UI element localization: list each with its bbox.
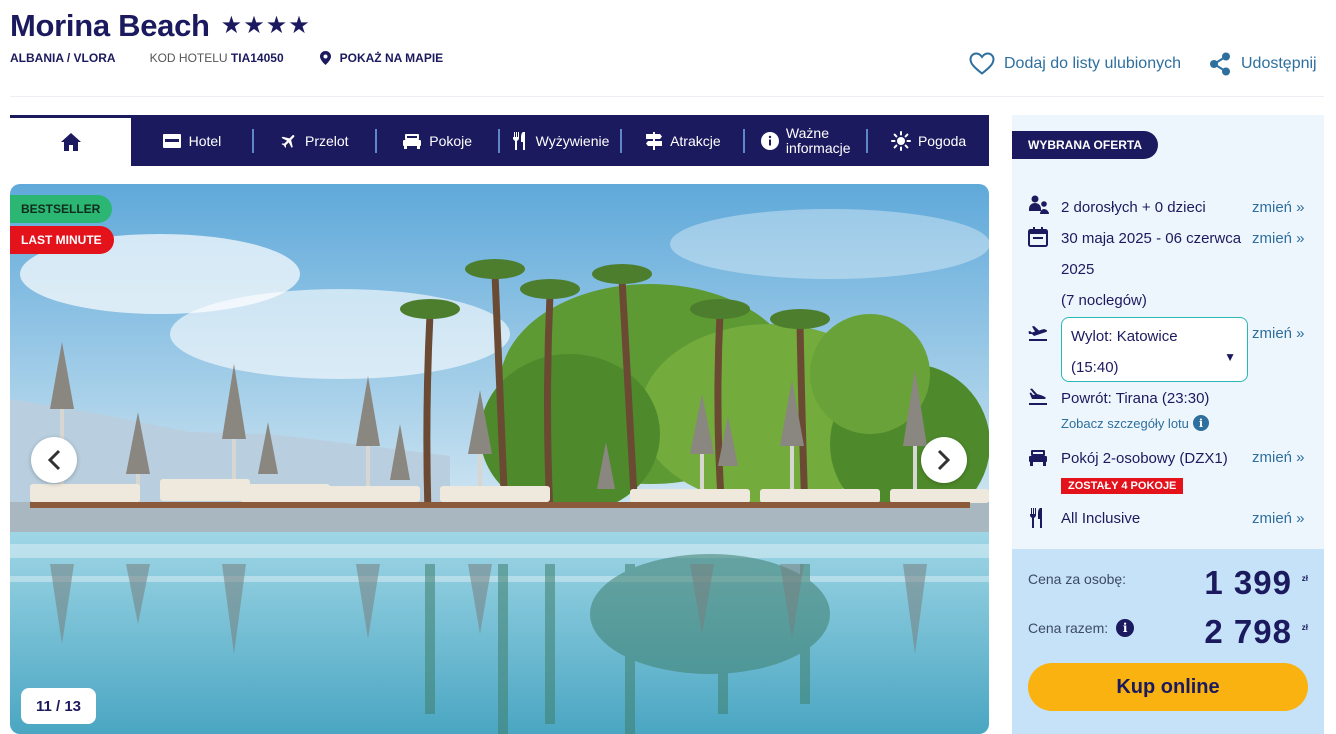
return-text: Powrót: Tirana (23:30) (1061, 390, 1210, 407)
share-icon (1210, 52, 1230, 76)
show-map-label: POKAŻ NA MAPIE (339, 51, 444, 65)
chevron-right-icon (937, 449, 951, 471)
price-per-person: 1 399 (1204, 564, 1292, 601)
tab-weather-label: Pogoda (917, 132, 967, 149)
flight-details-label: Zobacz szczegóły lotu (1061, 415, 1189, 431)
hotel-photo (10, 184, 989, 734)
bed-icon (1029, 450, 1047, 466)
info-icon[interactable]: i (1116, 619, 1135, 637)
price-per-person-label-text: Cena za osobę: (1028, 571, 1127, 587)
photo-counter: 11 / 13 (21, 688, 96, 724)
price-box: Cena za osobę: 1 399 zł Cena razem: i 2 … (1012, 549, 1324, 734)
board-text: All Inclusive (1061, 510, 1141, 527)
tab-flight[interactable]: Przelot (254, 128, 377, 153)
dates-line1: 30 maja 2025 - 06 czerwca (1061, 230, 1242, 247)
tab-rooms-label: Pokoje (429, 132, 473, 149)
home-icon (60, 133, 81, 151)
photo-gallery[interactable]: BESTSELLER LAST MINUTE 11 / 13 (10, 184, 989, 734)
rooms-left-badge: ZOSTAŁY 4 POKOJE (1061, 478, 1184, 494)
hotel-code: KOD HOTELU TIA14050 (150, 51, 284, 65)
departure-select[interactable]: Wylot: Katowice (15:40) ▼ (1061, 317, 1248, 382)
tab-home[interactable] (10, 115, 131, 166)
landing-icon (1029, 388, 1047, 405)
tab-board-label: Wyżywienie (535, 132, 610, 149)
price-total-label: Cena razem: i (1028, 619, 1135, 637)
show-map-link[interactable]: POKAŻ NA MAPIE (319, 51, 444, 65)
hotel-title: Morina Beach ★★★★ (10, 8, 311, 44)
header-divider (10, 96, 1324, 97)
travelers-text: 2 dorosłych + 0 dzieci (1061, 199, 1206, 216)
tab-important-info-label: Ważne informacje (785, 124, 851, 156)
sun-icon (890, 130, 911, 151)
plane-icon (281, 134, 295, 148)
tab-attractions-label: Atrakcje (670, 132, 721, 149)
heart-icon (969, 52, 995, 75)
tab-rooms[interactable]: Pokoje (377, 128, 500, 153)
tab-board[interactable]: Wyżywienie (500, 128, 623, 153)
departure-line2: (15:40) (1071, 359, 1119, 376)
signpost-icon (646, 131, 663, 150)
price-total-currency: zł (1301, 623, 1308, 632)
hotel-name: Morina Beach (10, 8, 210, 43)
tab-important-info[interactable]: Ważne informacje (745, 124, 869, 156)
hotel-icon (162, 133, 181, 148)
map-pin-icon (319, 51, 331, 65)
calendar-icon (1028, 227, 1048, 247)
tab-flight-label: Przelot (305, 132, 349, 149)
bestseller-badge: BESTSELLER (10, 195, 113, 223)
next-photo-button[interactable] (921, 437, 967, 483)
nights-count: (7 noclegów) (1061, 292, 1147, 309)
departure-line1: Wylot: Katowice (1071, 328, 1178, 345)
cutlery-icon (512, 131, 525, 150)
change-dates-link[interactable]: zmień » (1252, 223, 1305, 254)
info-icon (760, 131, 779, 150)
change-board-link[interactable]: zmień » (1252, 503, 1305, 534)
bed-icon (403, 133, 422, 149)
share-button[interactable]: Udostępnij (1209, 52, 1317, 76)
chevron-left-icon (47, 449, 61, 471)
previous-photo-button[interactable] (31, 437, 77, 483)
tab-hotel-label: Hotel (188, 132, 222, 149)
price-total: 2 798 (1204, 613, 1292, 650)
caret-down-icon: ▼ (1224, 350, 1236, 364)
tab-hotel[interactable]: Hotel (131, 128, 254, 153)
selected-offer-tag: WYBRANA OFERTA (1012, 131, 1158, 159)
flight-details-link[interactable]: Zobacz szczegóły lotu i (1061, 415, 1209, 431)
hotel-section-nav: Hotel Przelot Pokoje Wyżywienie Atrakcje… (10, 115, 989, 166)
share-label: Udostępnij (1241, 55, 1317, 72)
last-minute-badge: LAST MINUTE (10, 226, 114, 254)
buy-online-button[interactable]: Kup online (1028, 663, 1308, 711)
price-per-person-label: Cena za osobę: (1028, 571, 1126, 587)
hotel-meta: ALBANIA / VLORA KOD HOTELU TIA14050 POKA… (10, 51, 443, 65)
tab-important-info-line1: Ważne (785, 124, 829, 141)
change-travelers-link[interactable]: zmień » (1252, 192, 1305, 223)
tab-weather[interactable]: Pogoda (868, 129, 989, 153)
cutlery-icon (1030, 508, 1042, 528)
room-text: Pokój 2-osobowy (DZX1) (1061, 450, 1228, 467)
hotel-code-label: KOD HOTELU (149, 51, 228, 65)
change-departure-link[interactable]: zmień » (1252, 318, 1305, 349)
offer-panel: WYBRANA OFERTA 2 dorosłych + 0 dzieci zm… (1012, 115, 1324, 734)
tab-important-info-line2: informacje (785, 139, 851, 156)
people-icon (1029, 195, 1049, 214)
hotel-stars: ★★★★ (220, 12, 311, 39)
add-to-favorites-button[interactable]: Dodaj do listy ulubionych (969, 52, 1181, 75)
info-icon: i (1192, 415, 1209, 431)
price-per-person-currency: zł (1301, 574, 1308, 583)
favorites-label: Dodaj do listy ulubionych (1004, 54, 1181, 72)
hotel-location[interactable]: ALBANIA / VLORA (10, 51, 116, 65)
takeoff-icon (1028, 326, 1048, 341)
dates-line2: 2025 (1061, 261, 1095, 278)
tab-attractions[interactable]: Atrakcje (622, 128, 746, 153)
change-room-link[interactable]: zmień » (1252, 442, 1305, 473)
price-total-label-text: Cena razem: (1028, 620, 1109, 636)
hotel-code-value: TIA14050 (230, 51, 284, 65)
